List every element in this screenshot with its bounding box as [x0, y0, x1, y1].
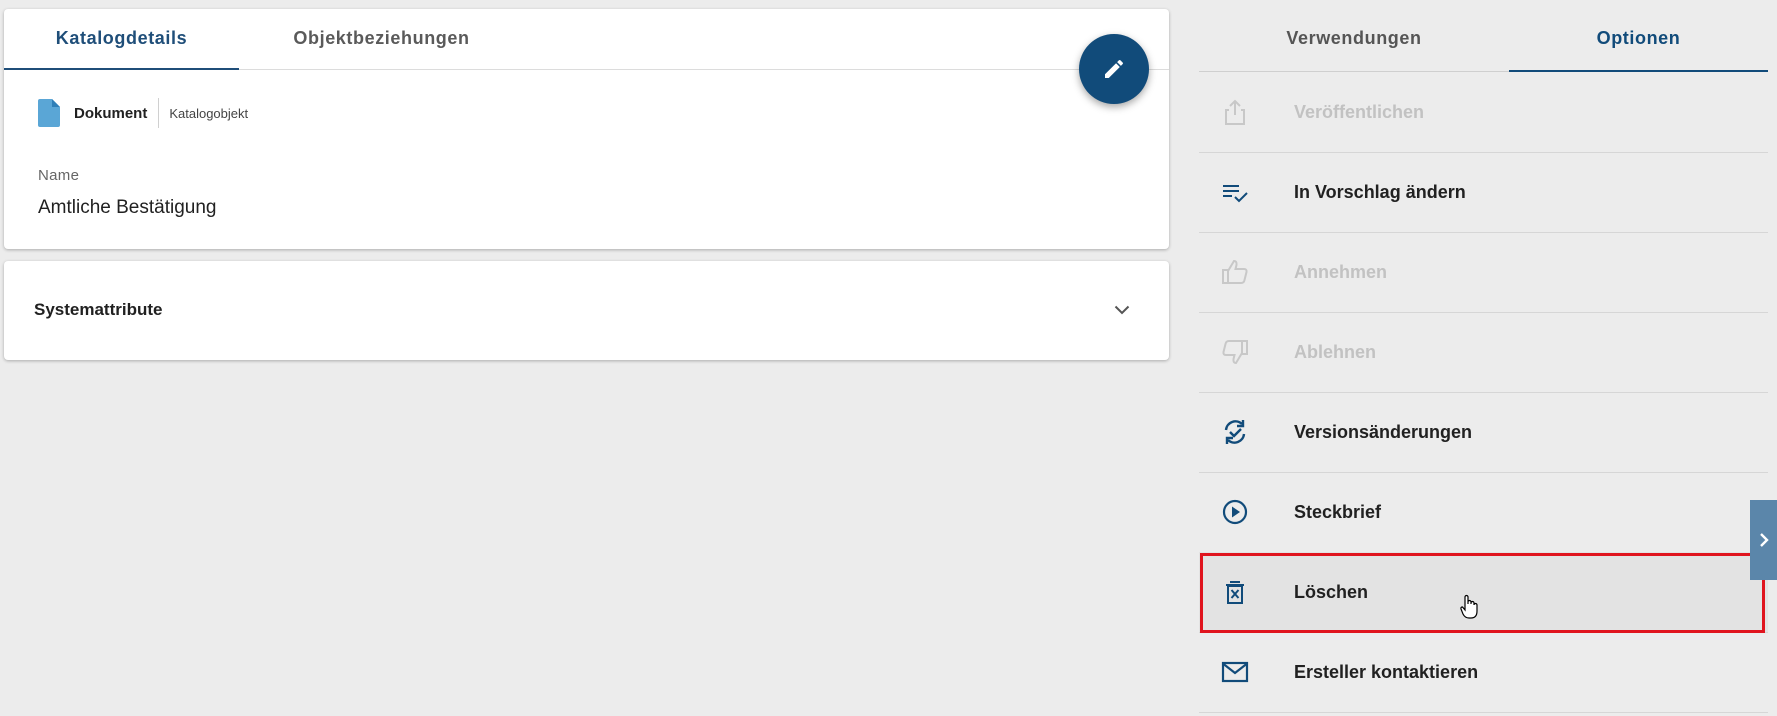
- play-circle-icon: [1222, 499, 1248, 525]
- option-in-vorschlag-aendern[interactable]: In Vorschlag ändern: [1199, 152, 1768, 233]
- option-label: Annehmen: [1294, 262, 1388, 282]
- type-divider: [158, 98, 160, 128]
- thumb-down-icon: [1222, 340, 1248, 365]
- hand-cursor-icon: [1460, 594, 1478, 619]
- option-label: Versionsänderungen: [1294, 422, 1473, 442]
- chevron-right-icon: [1759, 533, 1769, 547]
- trash-icon: [1226, 581, 1244, 604]
- option-annehmen[interactable]: Annehmen: [1199, 232, 1768, 313]
- object-type-row: Dokument Katalogobjekt: [38, 98, 248, 128]
- name-field-label: Name: [38, 167, 80, 184]
- option-versionsaenderungen[interactable]: Versionsänderungen: [1199, 392, 1768, 473]
- system-attributes-title: Systemattribute: [34, 300, 163, 319]
- tab-katalogdetails[interactable]: Katalogdetails: [4, 9, 239, 70]
- edit-button[interactable]: [1079, 34, 1149, 104]
- document-icon: [38, 99, 60, 127]
- option-veroeffentlichen[interactable]: Veröffentlichen: [1199, 72, 1768, 153]
- panel-toggle-button[interactable]: [1750, 500, 1777, 580]
- detail-tabs: Katalogdetails Objektbeziehungen: [4, 9, 1169, 70]
- option-label: Ersteller kontaktieren: [1294, 662, 1479, 682]
- list-check-icon: [1223, 185, 1248, 203]
- option-label: In Vorschlag ändern: [1294, 182, 1466, 202]
- option-steckbrief[interactable]: Steckbrief: [1199, 472, 1768, 553]
- thumb-up-icon: [1222, 259, 1248, 284]
- system-attributes-panel[interactable]: Systemattribute: [4, 261, 1169, 360]
- option-label: Ablehnen: [1294, 342, 1377, 362]
- option-ablehnen[interactable]: Ablehnen: [1199, 312, 1768, 393]
- object-type-label: Dokument: [74, 104, 148, 122]
- option-label: Veröffentlichen: [1294, 102, 1425, 122]
- object-kind-label: Katalogobjekt: [169, 105, 249, 121]
- option-label: Steckbrief: [1294, 502, 1382, 522]
- tab-verwendungen[interactable]: Verwendungen: [1199, 9, 1509, 71]
- chevron-down-icon[interactable]: [1114, 305, 1130, 315]
- catalog-details-card: Katalogdetails Objektbeziehungen Dokumen…: [4, 9, 1169, 249]
- option-loeschen[interactable]: Löschen: [1199, 552, 1768, 633]
- share-upload-icon: [1225, 99, 1245, 125]
- tab-objektbeziehungen[interactable]: Objektbeziehungen: [239, 9, 524, 69]
- tab-optionen[interactable]: Optionen: [1509, 9, 1768, 72]
- mail-icon: [1221, 661, 1249, 683]
- option-ersteller-kontaktieren[interactable]: Ersteller kontaktieren: [1199, 632, 1768, 713]
- option-label: Löschen: [1294, 582, 1369, 602]
- sync-check-icon: [1224, 420, 1246, 444]
- pencil-icon: [1105, 59, 1124, 78]
- name-field-value: Amtliche Bestätigung: [38, 197, 217, 218]
- side-panel-tabs: Verwendungen Optionen: [1199, 9, 1768, 72]
